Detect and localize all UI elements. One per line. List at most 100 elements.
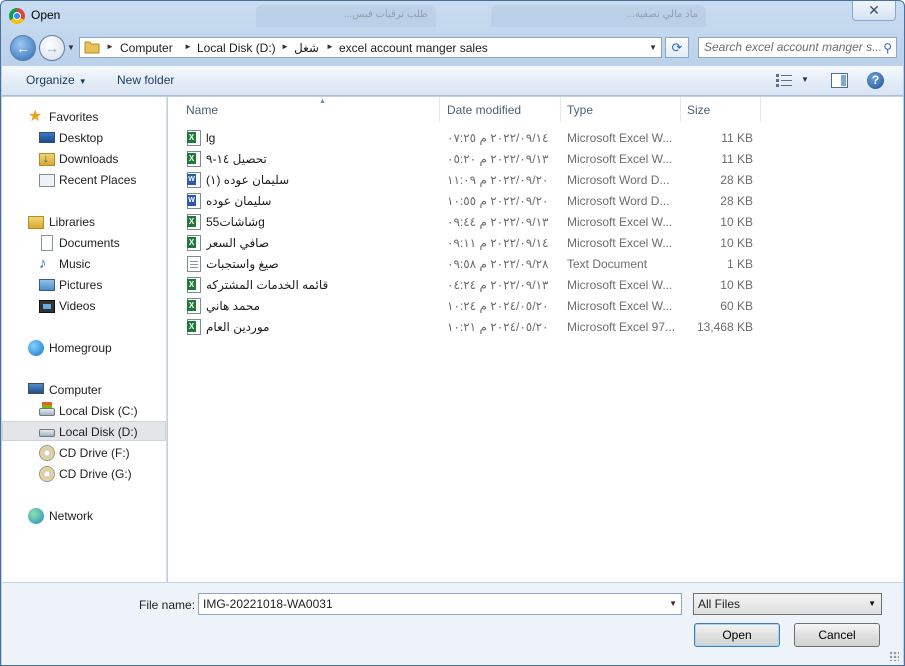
nav-cd-drive-f-label: CD Drive (F:) <box>59 446 130 460</box>
file-row[interactable]: تحصيل ١٤-٩ ٢٠٢٢/٠٩/١٣ م ٠٥:٢٠ Microsoft Ex… <box>168 149 768 170</box>
excel-icon <box>187 235 201 251</box>
column-header-date[interactable]: Date modified <box>441 97 561 122</box>
chevron-right-icon[interactable]: ► <box>184 42 192 51</box>
file-type: Microsoft Excel W... <box>567 152 673 166</box>
search-input[interactable]: Search excel account manger s... ⚲ <box>698 37 897 58</box>
chevron-right-icon[interactable]: ► <box>106 42 114 51</box>
column-header-name[interactable]: Name ▲ <box>180 97 440 122</box>
nav-homegroup[interactable]: Homegroup <box>2 338 166 358</box>
nav-recent-places[interactable]: Recent Places <box>2 170 166 190</box>
word-icon <box>187 172 201 188</box>
file-row[interactable]: (سليمان عوده (١ ٢٠٢٢/٠٩/٢٠ م ١١:٠٩ Microso… <box>168 170 768 191</box>
cancel-button[interactable]: Cancel <box>794 623 880 647</box>
file-row[interactable]: صيغ واستجبات ٢٠٢٢/٠٩/٢٨ م ٠٩:٥٨ Text Docum… <box>168 254 768 275</box>
file-date: ٢٠٢٤/٠٥/٢٠ م ١٠:٢٤ <box>447 299 549 313</box>
command-bar: Organize ▼ New folder ▼ ? <box>2 66 903 96</box>
file-name: محمد هاني <box>206 299 261 313</box>
nav-downloads[interactable]: Downloads <box>2 149 166 169</box>
nav-music[interactable]: ♪ Music <box>2 254 166 274</box>
nav-videos[interactable]: Videos <box>2 296 166 316</box>
refresh-button[interactable]: ⟳ <box>665 37 689 58</box>
file-type: Microsoft Excel W... <box>567 236 673 250</box>
column-header-size[interactable]: Size <box>681 97 761 122</box>
file-size: 11 KB <box>721 131 753 145</box>
resize-grip[interactable] <box>889 651 899 661</box>
column-header-type[interactable]: Type <box>561 97 681 122</box>
nav-favorites[interactable]: ★ Favorites <box>2 107 166 127</box>
crumb-work-folder[interactable]: شغل <box>294 41 319 55</box>
file-row[interactable]: صافي السعر ٢٠٢٢/٠٩/١٤ م ٠٩:١١ Microsoft Ex… <box>168 233 768 254</box>
nav-videos-label: Videos <box>59 299 96 313</box>
recent-locations-dropdown[interactable]: ▼ <box>67 43 75 52</box>
view-dropdown[interactable]: ▼ <box>801 75 809 84</box>
background-tabs: طلب ترقيات فيس... ماد مالي تصفية... <box>256 5 846 27</box>
file-type-filter[interactable]: All Files ▼ <box>693 593 882 615</box>
nav-cd-drive-f[interactable]: CD Drive (F:) <box>2 443 166 463</box>
nav-music-label: Music <box>59 257 91 271</box>
crumb-current-folder[interactable]: excel account manger sales <box>339 41 488 55</box>
view-options-icon[interactable] <box>776 74 792 87</box>
search-placeholder: Search excel account manger s... <box>704 40 883 54</box>
nav-computer-label: Computer <box>49 383 102 397</box>
back-button[interactable]: ← <box>10 35 36 61</box>
close-button[interactable]: ✕ <box>852 1 896 21</box>
file-name-dropdown[interactable]: ▼ <box>669 599 677 608</box>
file-type: Text Document <box>567 257 648 271</box>
address-bar[interactable]: ► Computer ► Local Disk (D:) ► شغل ► exc… <box>79 37 662 58</box>
forward-button[interactable]: → <box>39 35 65 61</box>
nav-network[interactable]: Network <box>2 506 166 526</box>
address-dropdown[interactable]: ▼ <box>649 43 657 52</box>
file-type: Microsoft Excel W... <box>567 215 673 229</box>
desktop-icon <box>39 132 55 143</box>
documents-icon <box>41 235 53 251</box>
nav-documents-label: Documents <box>59 236 120 250</box>
nav-libraries[interactable]: Libraries <box>2 212 166 232</box>
file-row[interactable]: سليمان عوده ٢٠٢٢/٠٩/٢٠ م ١٠:٥٥ Microsoft W… <box>168 191 768 212</box>
nav-documents[interactable]: Documents <box>2 233 166 253</box>
nav-cd-drive-g[interactable]: CD Drive (G:) <box>2 464 166 484</box>
nav-desktop[interactable]: Desktop <box>2 128 166 148</box>
organize-button[interactable]: Organize ▼ <box>26 73 87 87</box>
file-name: شاشات55g <box>206 215 265 229</box>
file-type: Microsoft Excel 97... <box>567 320 675 334</box>
file-name: صيغ واستجبات <box>206 257 279 271</box>
file-row[interactable]: lg ٢٠٢٢/٠٩/١٤ م ٠٧:٢٥ Microsoft Excel W...… <box>168 128 768 149</box>
nav-local-disk-d[interactable]: Local Disk (D:) <box>2 421 166 441</box>
search-icon[interactable]: ⚲ <box>883 41 892 55</box>
navigation-pane: ★ Favorites Desktop Downloads Recent Pla… <box>2 97 167 582</box>
new-folder-button[interactable]: New folder <box>117 73 174 87</box>
background-tab: طلب ترقيات فيس... <box>256 5 436 27</box>
videos-icon <box>39 300 55 313</box>
chevron-right-icon[interactable]: ► <box>281 42 289 51</box>
file-size: 10 KB <box>720 236 753 250</box>
nav-cd-drive-g-label: CD Drive (G:) <box>59 467 132 481</box>
file-size: 28 KB <box>720 173 753 187</box>
file-row[interactable]: شاشات55g ٢٠٢٢/٠٩/١٣ م ٠٩:٤٤ Microsoft Exce… <box>168 212 768 233</box>
crumb-computer[interactable]: Computer <box>120 41 173 55</box>
file-row[interactable]: محمد هاني ٢٠٢٤/٠٥/٢٠ م ١٠:٢٤ Microsoft Exc… <box>168 296 768 317</box>
drive-icon <box>39 402 55 416</box>
nav-pictures[interactable]: Pictures <box>2 275 166 295</box>
file-row[interactable]: قائمه الخدمات المشتركه ٢٠٢٢/٠٩/١٣ م ٠٤:٢٤… <box>168 275 768 296</box>
nav-local-disk-c-label: Local Disk (C:) <box>59 404 138 418</box>
nav-local-disk-c[interactable]: Local Disk (C:) <box>2 401 166 421</box>
open-button[interactable]: Open <box>694 623 780 647</box>
preview-pane-icon[interactable] <box>831 73 848 88</box>
music-icon: ♪ <box>39 255 47 272</box>
excel-icon <box>187 298 201 314</box>
pictures-icon <box>39 279 55 291</box>
excel-icon <box>187 277 201 293</box>
file-name: lg <box>206 131 216 145</box>
help-icon[interactable]: ? <box>867 72 884 89</box>
file-type: Microsoft Excel W... <box>567 131 673 145</box>
file-size: 1 KB <box>726 257 753 271</box>
file-list: Name ▲ Date modified Type Size lg ٢٠٢٢/٠٩… <box>168 97 903 582</box>
crumb-local-disk-d[interactable]: Local Disk (D:) <box>197 41 276 55</box>
file-name: سليمان عوده <box>206 194 272 208</box>
file-name-input[interactable]: IMG-20221018-WA0031 ▼ <box>198 593 682 615</box>
caret-down-icon: ▼ <box>78 77 87 86</box>
title-bar: Open طلب ترقيات فيس... ماد مالي تصفية...… <box>1 1 904 31</box>
file-row[interactable]: موردين العام ٢٠٢٤/٠٥/٢٠ م ١٠:٢١ Microsoft … <box>168 317 768 338</box>
chevron-right-icon[interactable]: ► <box>326 42 334 51</box>
nav-computer[interactable]: Computer <box>2 380 166 400</box>
